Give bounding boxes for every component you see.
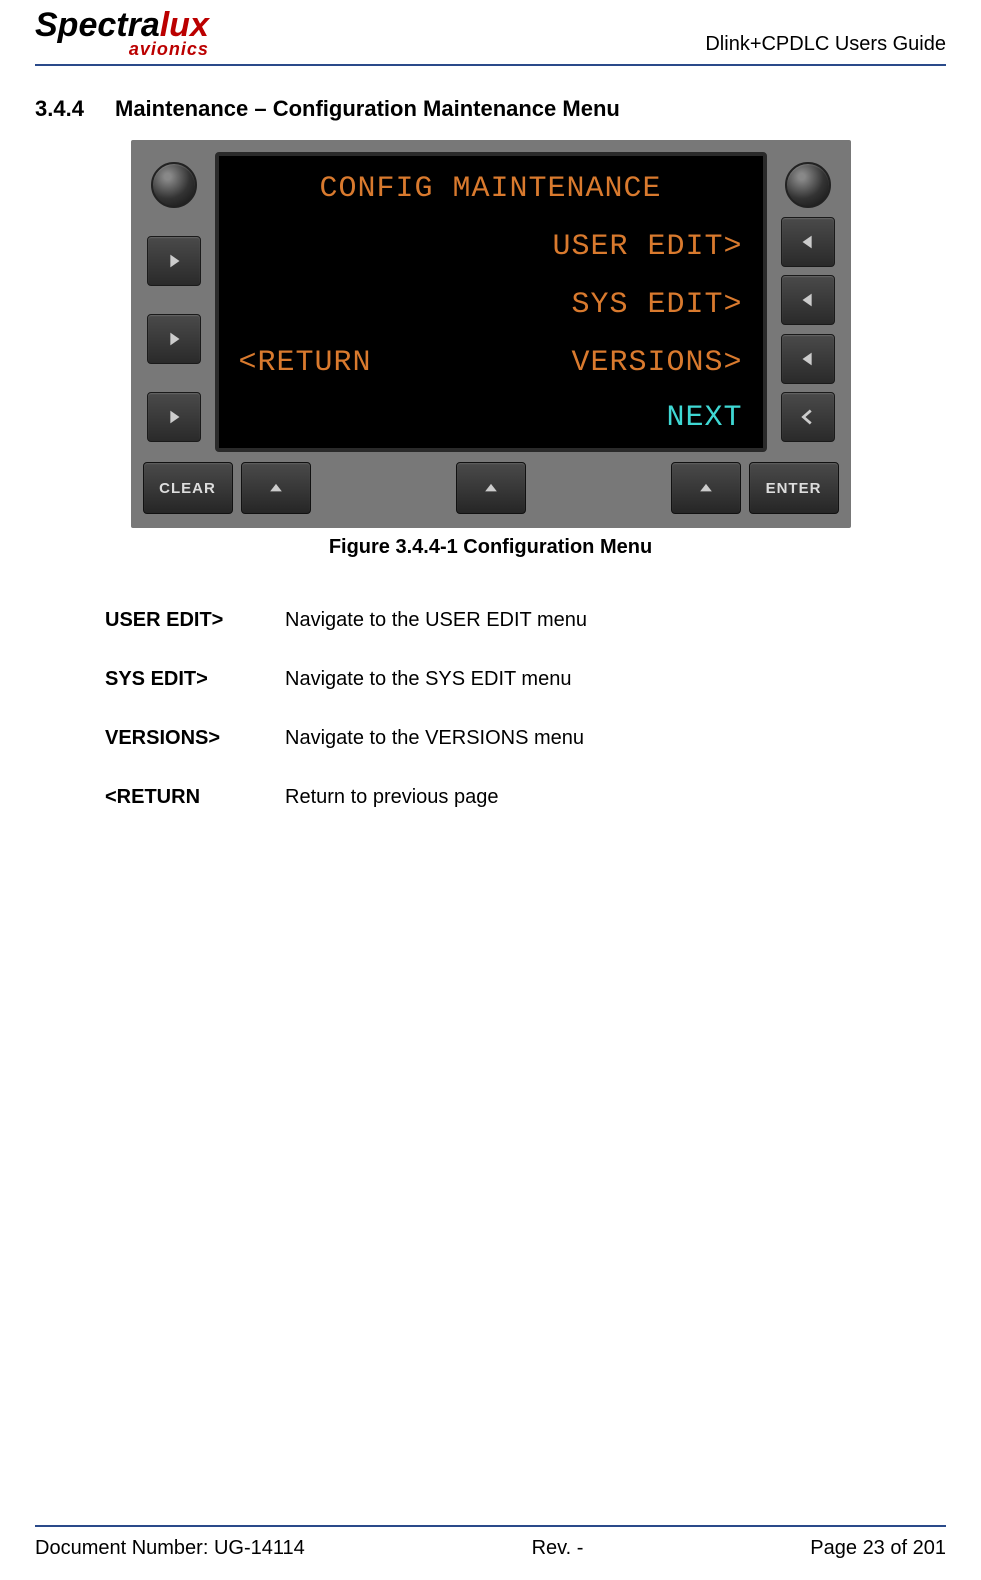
play-left-icon	[797, 289, 819, 311]
device-bezel: CONFIG MAINTENANCE USER EDIT> SYS EDIT> …	[131, 140, 851, 528]
section-number: 3.4.4	[35, 96, 115, 122]
definition-text: Return to previous page	[285, 786, 946, 809]
footer-doc-number: Document Number: UG-14114	[35, 1537, 305, 1560]
chevron-up-icon	[481, 478, 501, 498]
device-figure: CONFIG MAINTENANCE USER EDIT> SYS EDIT> …	[131, 140, 851, 559]
right-softkey-3[interactable]	[781, 334, 835, 384]
up-arrow-button-1[interactable]	[241, 462, 311, 514]
definition-row: <RETURN Return to previous page	[105, 786, 946, 809]
screen-versions: VERSIONS>	[571, 348, 742, 380]
device-bottom-row: CLEAR ENTER	[143, 460, 839, 516]
chevron-left-icon	[797, 406, 819, 428]
section-heading: 3.4.4Maintenance – Configuration Mainten…	[35, 96, 946, 122]
page-footer: Document Number: UG-14114 Rev. - Page 23…	[35, 1525, 946, 1580]
knob-left[interactable]	[151, 162, 197, 208]
play-left-icon	[797, 348, 819, 370]
page-header: Spectralux avionics Dlink+CPDLC Users Gu…	[35, 0, 946, 66]
definition-row: VERSIONS> Navigate to the VERSIONS menu	[105, 727, 946, 750]
guide-title: Dlink+CPDLC Users Guide	[705, 33, 946, 58]
definition-term: SYS EDIT>	[105, 668, 285, 691]
screen-user-edit: USER EDIT>	[552, 232, 742, 264]
play-right-icon	[163, 250, 185, 272]
right-button-column	[777, 152, 839, 452]
screen-sys-edit: SYS EDIT>	[571, 290, 742, 322]
footer-revision: Rev. -	[532, 1537, 584, 1560]
definition-term: <RETURN	[105, 786, 285, 809]
play-right-icon	[163, 328, 185, 350]
logo: Spectralux avionics	[35, 8, 209, 58]
right-softkey-4[interactable]	[781, 392, 835, 442]
enter-button[interactable]: ENTER	[749, 462, 839, 514]
left-button-column	[143, 152, 205, 452]
figure-caption: Figure 3.4.4-1 Configuration Menu	[131, 536, 851, 559]
device-screen: CONFIG MAINTENANCE USER EDIT> SYS EDIT> …	[215, 152, 767, 452]
knob-right[interactable]	[785, 162, 831, 208]
section-title: Maintenance – Configuration Maintenance …	[115, 96, 620, 121]
play-right-icon	[163, 406, 185, 428]
right-softkey-2[interactable]	[781, 275, 835, 325]
left-softkey-1[interactable]	[147, 236, 201, 286]
left-softkey-2[interactable]	[147, 314, 201, 364]
right-softkey-1[interactable]	[781, 217, 835, 267]
play-left-icon	[797, 231, 819, 253]
up-arrow-button-3[interactable]	[671, 462, 741, 514]
chevron-up-icon	[696, 478, 716, 498]
screen-return: <RETURN	[239, 348, 372, 380]
left-softkey-3[interactable]	[147, 392, 201, 442]
definition-text: Navigate to the SYS EDIT menu	[285, 668, 946, 691]
chevron-up-icon	[266, 478, 286, 498]
screen-next: NEXT	[666, 403, 742, 435]
definition-term: USER EDIT>	[105, 609, 285, 632]
definition-row: USER EDIT> Navigate to the USER EDIT men…	[105, 609, 946, 632]
clear-button[interactable]: CLEAR	[143, 462, 233, 514]
definition-text: Navigate to the USER EDIT menu	[285, 609, 946, 632]
definition-text: Navigate to the VERSIONS menu	[285, 727, 946, 750]
footer-page-number: Page 23 of 201	[810, 1537, 946, 1560]
screen-title: CONFIG MAINTENANCE	[239, 174, 743, 206]
definition-row: SYS EDIT> Navigate to the SYS EDIT menu	[105, 668, 946, 691]
definitions-list: USER EDIT> Navigate to the USER EDIT men…	[105, 609, 946, 845]
device-top-row: CONFIG MAINTENANCE USER EDIT> SYS EDIT> …	[143, 152, 839, 452]
up-arrow-button-2[interactable]	[456, 462, 526, 514]
definition-term: VERSIONS>	[105, 727, 285, 750]
